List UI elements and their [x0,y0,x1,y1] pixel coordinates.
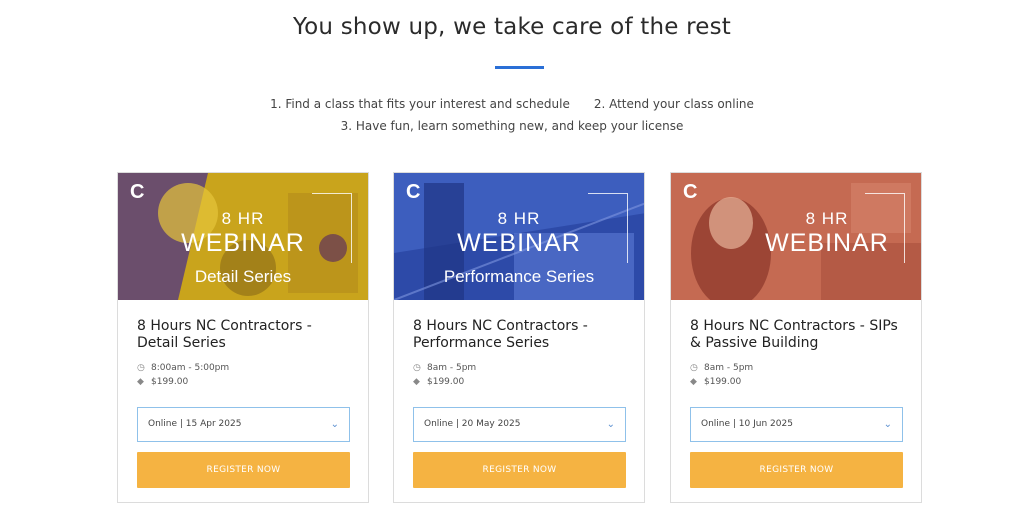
course-card-detail-series: C 8 HR WEBINAR Detail Series 8 Hours NC … [117,172,369,503]
banner-hours: 8 HR [497,209,541,228]
course-title[interactable]: 8 Hours NC Contractors - Performance Ser… [413,318,629,352]
banner-format: WEBINAR [457,229,581,257]
title-accent-divider [495,66,544,69]
clock-icon: ◷ [413,363,421,373]
banner-hours: 8 HR [805,209,849,228]
step-3: 3. Have fun, learn something new, and ke… [340,119,684,133]
page-title: You show up, we take care of the rest [292,14,732,40]
date-select-value: Online | 15 Apr 2025 [148,419,242,429]
steps-row-1: 1. Find a class that fits your interest … [0,97,1024,111]
course-time: ◷ 8am - 5pm [690,363,753,373]
date-select[interactable]: Online | 15 Apr 2025 ⌄ [137,407,350,442]
course-title[interactable]: 8 Hours NC Contractors - Detail Series [137,318,353,352]
course-banner-image[interactable]: C 8 HR WEBINAR [671,173,921,300]
register-now-button[interactable]: REGISTER NOW [413,452,626,488]
course-card-sips-passive-building: C 8 HR WEBINAR 8 Hours NC Contractors - … [670,172,922,503]
course-price: ◆ $199.00 [690,377,741,387]
tag-icon: ◆ [137,377,144,387]
course-price: ◆ $199.00 [413,377,464,387]
tag-icon: ◆ [413,377,420,387]
brand-logo: C [683,181,698,203]
date-select-value: Online | 10 Jun 2025 [701,419,793,429]
banner-format: WEBINAR [181,229,305,257]
course-time: ◷ 8:00am - 5:00pm [137,363,229,373]
banner-hours: 8 HR [221,209,265,228]
course-time: ◷ 8am - 5pm [413,363,476,373]
register-now-button[interactable]: REGISTER NOW [137,452,350,488]
tag-icon: ◆ [690,377,697,387]
chevron-down-icon: ⌄ [330,419,339,430]
chevron-down-icon: ⌄ [883,419,892,430]
banner-format: WEBINAR [765,229,889,257]
course-price: ◆ $199.00 [137,377,188,387]
banner-series: Performance Series [443,267,595,286]
clock-icon: ◷ [137,363,145,373]
course-time-value: 8am - 5pm [427,363,477,373]
chevron-down-icon: ⌄ [606,419,615,430]
course-card-performance-series: C 8 HR WEBINAR Performance Series 8 Hour… [393,172,645,503]
date-select-value: Online | 20 May 2025 [424,419,521,429]
course-price-value: $199.00 [151,377,189,387]
course-banner-image[interactable]: C 8 HR WEBINAR Performance Series [394,173,644,300]
course-price-value: $199.00 [704,377,742,387]
register-now-button[interactable]: REGISTER NOW [690,452,903,488]
course-title[interactable]: 8 Hours NC Contractors - SIPs & Passive … [690,318,906,352]
course-time-value: 8:00am - 5:00pm [151,363,230,373]
banner-series: Detail Series [194,267,292,286]
date-select[interactable]: Online | 20 May 2025 ⌄ [413,407,626,442]
course-price-value: $199.00 [427,377,465,387]
step-2: 2. Attend your class online [593,97,754,111]
brand-logo: C [406,181,421,203]
course-time-value: 8am - 5pm [704,363,754,373]
brand-logo: C [130,181,145,203]
course-banner-image[interactable]: C 8 HR WEBINAR Detail Series [118,173,368,300]
step-1: 1. Find a class that fits your interest … [270,97,570,111]
clock-icon: ◷ [690,363,698,373]
date-select[interactable]: Online | 10 Jun 2025 ⌄ [690,407,903,442]
